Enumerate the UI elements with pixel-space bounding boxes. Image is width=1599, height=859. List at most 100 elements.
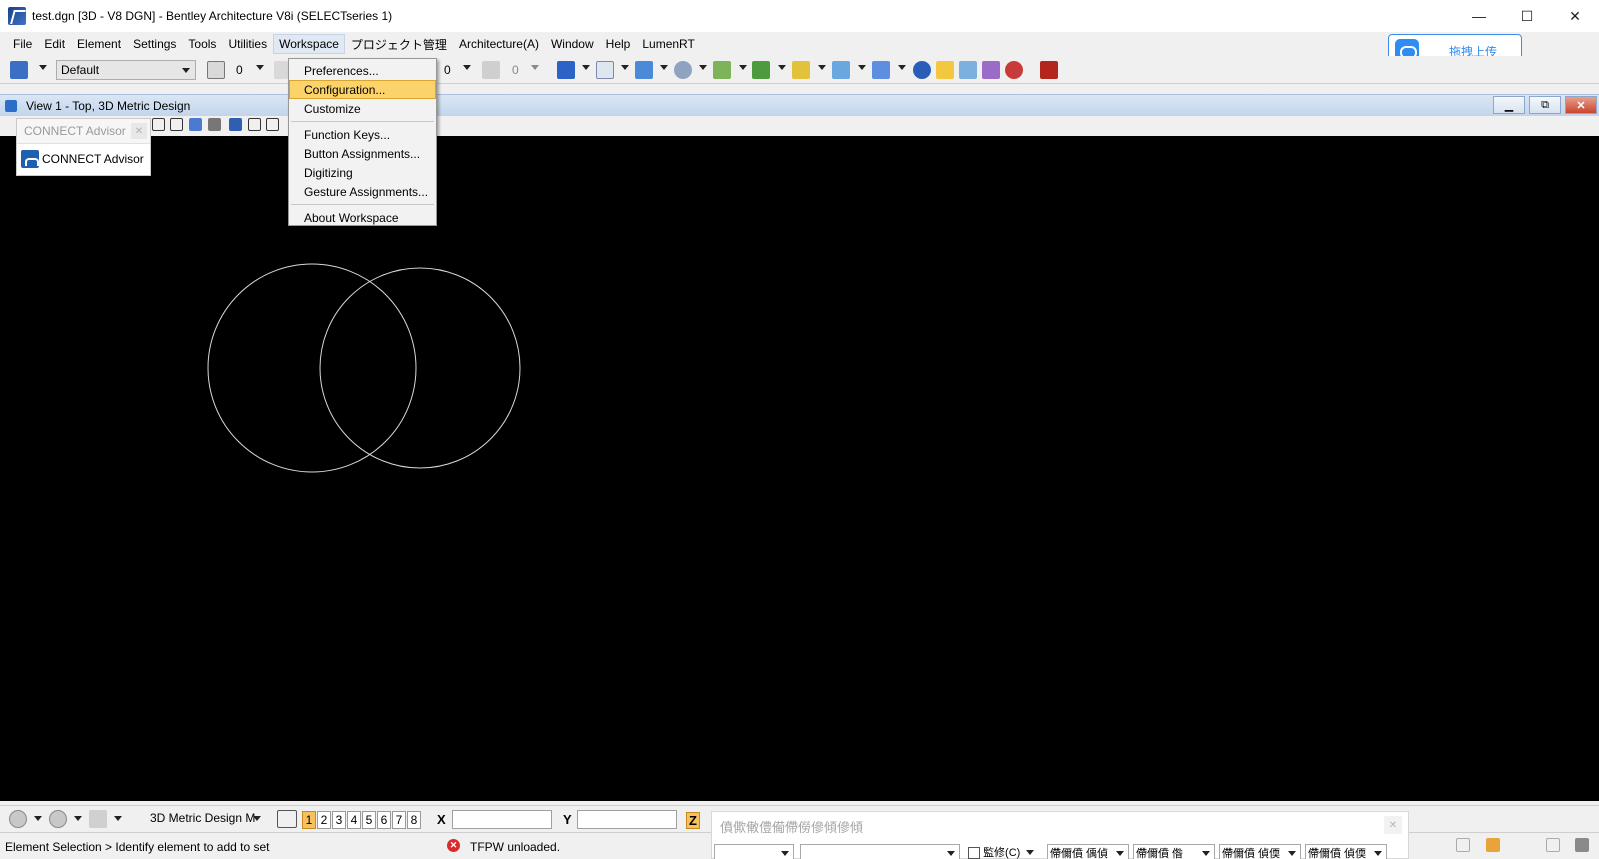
view-button-5[interactable]: 5 xyxy=(362,811,376,829)
circle-element[interactable] xyxy=(319,267,521,469)
menu-settings[interactable]: Settings xyxy=(127,34,182,54)
float-combo-2[interactable] xyxy=(800,844,960,859)
menu-item-about-workspace[interactable]: About Workspace xyxy=(289,208,436,227)
float-combo-3[interactable]: 僀儞僨 偊偵 xyxy=(1047,844,1129,859)
level-display-icon[interactable] xyxy=(792,61,810,79)
info-icon[interactable] xyxy=(913,61,931,79)
find-icon[interactable] xyxy=(936,61,954,79)
rotate-icon[interactable] xyxy=(248,118,261,131)
menu-edit[interactable]: Edit xyxy=(38,34,71,54)
accudraw-icon[interactable] xyxy=(872,61,890,79)
chevron-down-icon[interactable] xyxy=(898,65,906,70)
chevron-down-icon[interactable] xyxy=(256,65,264,70)
chevron-down-icon[interactable] xyxy=(39,65,47,70)
view-button-7[interactable]: 7 xyxy=(392,811,406,829)
view-attributes-icon[interactable] xyxy=(557,61,575,79)
advisor-item[interactable]: CONNECT Advisor xyxy=(17,144,150,174)
menu-window[interactable]: Window xyxy=(545,34,600,54)
window-area-icon[interactable] xyxy=(170,118,183,131)
circle-element[interactable] xyxy=(207,263,417,473)
level-manager-icon[interactable] xyxy=(752,61,770,79)
model-icon[interactable] xyxy=(89,810,107,828)
checkbox-control[interactable]: 監修(C) xyxy=(966,844,1038,859)
view-close-button[interactable]: ✕ xyxy=(1565,96,1597,114)
display-style-icon[interactable] xyxy=(266,118,279,131)
chevron-down-icon[interactable] xyxy=(463,65,471,70)
menu-item-configuration[interactable]: Configuration... xyxy=(289,80,436,99)
zoom-icon[interactable] xyxy=(189,118,202,131)
view-minimize-button[interactable]: ▁ xyxy=(1493,96,1525,114)
user-icon[interactable] xyxy=(1575,838,1589,852)
no-entry-icon[interactable] xyxy=(1005,61,1023,79)
fit-view-icon[interactable] xyxy=(152,118,165,131)
references-icon[interactable] xyxy=(635,61,653,79)
line-style-icon[interactable] xyxy=(274,61,288,79)
view-previous-icon[interactable] xyxy=(229,118,242,131)
z-label[interactable]: Z xyxy=(686,812,700,829)
chevron-down-icon[interactable] xyxy=(660,65,668,70)
menu-project-management[interactable]: プロジェクト管理 xyxy=(345,33,453,56)
x-coordinate-field[interactable] xyxy=(452,810,552,829)
building-icon[interactable] xyxy=(1040,61,1058,79)
menu-file[interactable]: File xyxy=(7,34,38,54)
close-button[interactable]: ✕ xyxy=(1551,0,1599,32)
lock-icon[interactable] xyxy=(1456,838,1470,852)
color-icon[interactable] xyxy=(207,61,225,79)
raster-icon[interactable] xyxy=(674,61,692,79)
attributes-icon[interactable] xyxy=(10,61,28,79)
models-icon[interactable] xyxy=(596,61,614,79)
view-restore-button[interactable]: ⧉ xyxy=(1529,96,1561,114)
saved-views-icon[interactable] xyxy=(713,61,731,79)
snap-icon[interactable] xyxy=(832,61,850,79)
float-combo-6[interactable]: 僀儞僨 偵偄 xyxy=(1305,844,1387,859)
float-combo-1[interactable] xyxy=(714,844,794,859)
transparency-icon[interactable] xyxy=(482,61,500,79)
menu-item-customize[interactable]: Customize xyxy=(289,99,436,118)
chevron-down-icon[interactable] xyxy=(114,816,122,821)
floating-panel-close-icon[interactable]: ✕ xyxy=(1384,816,1402,834)
menu-architecture[interactable]: Architecture(A) xyxy=(453,34,545,54)
menu-lumenrt[interactable]: LumenRT xyxy=(636,34,700,54)
view-button-4[interactable]: 4 xyxy=(347,811,361,829)
float-combo-4[interactable]: 僀儞僨 偺 xyxy=(1133,844,1215,859)
menu-workspace[interactable]: Workspace xyxy=(273,34,345,54)
menu-element[interactable]: Element xyxy=(71,34,127,54)
menu-help[interactable]: Help xyxy=(600,34,637,54)
minimize-button[interactable]: — xyxy=(1455,0,1503,32)
view-button-8[interactable]: 8 xyxy=(407,811,421,829)
maximize-button[interactable]: ☐ xyxy=(1503,0,1551,32)
view-button-6[interactable]: 6 xyxy=(377,811,391,829)
grid-icon[interactable] xyxy=(982,61,1000,79)
chevron-down-icon[interactable] xyxy=(34,816,42,821)
chevron-down-icon[interactable] xyxy=(582,65,590,70)
view-button-1[interactable]: 1 xyxy=(302,811,316,829)
chevron-down-icon[interactable] xyxy=(818,65,826,70)
chevron-down-icon[interactable] xyxy=(74,816,82,821)
drawing-canvas[interactable] xyxy=(0,136,1599,801)
float-combo-5[interactable]: 僀儞僨 偵偄 xyxy=(1219,844,1301,859)
back-icon[interactable] xyxy=(9,810,27,828)
save-icon[interactable] xyxy=(1546,838,1560,852)
menu-utilities[interactable]: Utilities xyxy=(222,34,273,54)
chevron-down-icon[interactable] xyxy=(778,65,786,70)
menu-item-preferences[interactable]: Preferences... xyxy=(289,61,436,80)
model-combo[interactable]: 3D Metric Design M xyxy=(128,809,266,829)
view-groups-icon[interactable] xyxy=(277,810,297,828)
view-button-2[interactable]: 2 xyxy=(317,811,331,829)
view-button-3[interactable]: 3 xyxy=(332,811,346,829)
advisor-close-icon[interactable]: ✕ xyxy=(131,123,147,139)
menu-item-gesture-assignments[interactable]: Gesture Assignments... xyxy=(289,182,436,201)
chevron-down-icon[interactable] xyxy=(531,65,539,70)
home-icon[interactable] xyxy=(1486,838,1500,852)
menu-item-digitizing[interactable]: Digitizing xyxy=(289,163,436,182)
menu-tools[interactable]: Tools xyxy=(182,34,222,54)
chevron-down-icon[interactable] xyxy=(621,65,629,70)
refresh-icon[interactable] xyxy=(959,61,977,79)
level-combo[interactable]: Default xyxy=(56,60,196,80)
menu-item-button-assignments[interactable]: Button Assignments... xyxy=(289,144,436,163)
checkbox[interactable] xyxy=(968,847,980,859)
chevron-down-icon[interactable] xyxy=(739,65,747,70)
forward-icon[interactable] xyxy=(49,810,67,828)
chevron-down-icon[interactable] xyxy=(858,65,866,70)
y-coordinate-field[interactable] xyxy=(577,810,677,829)
